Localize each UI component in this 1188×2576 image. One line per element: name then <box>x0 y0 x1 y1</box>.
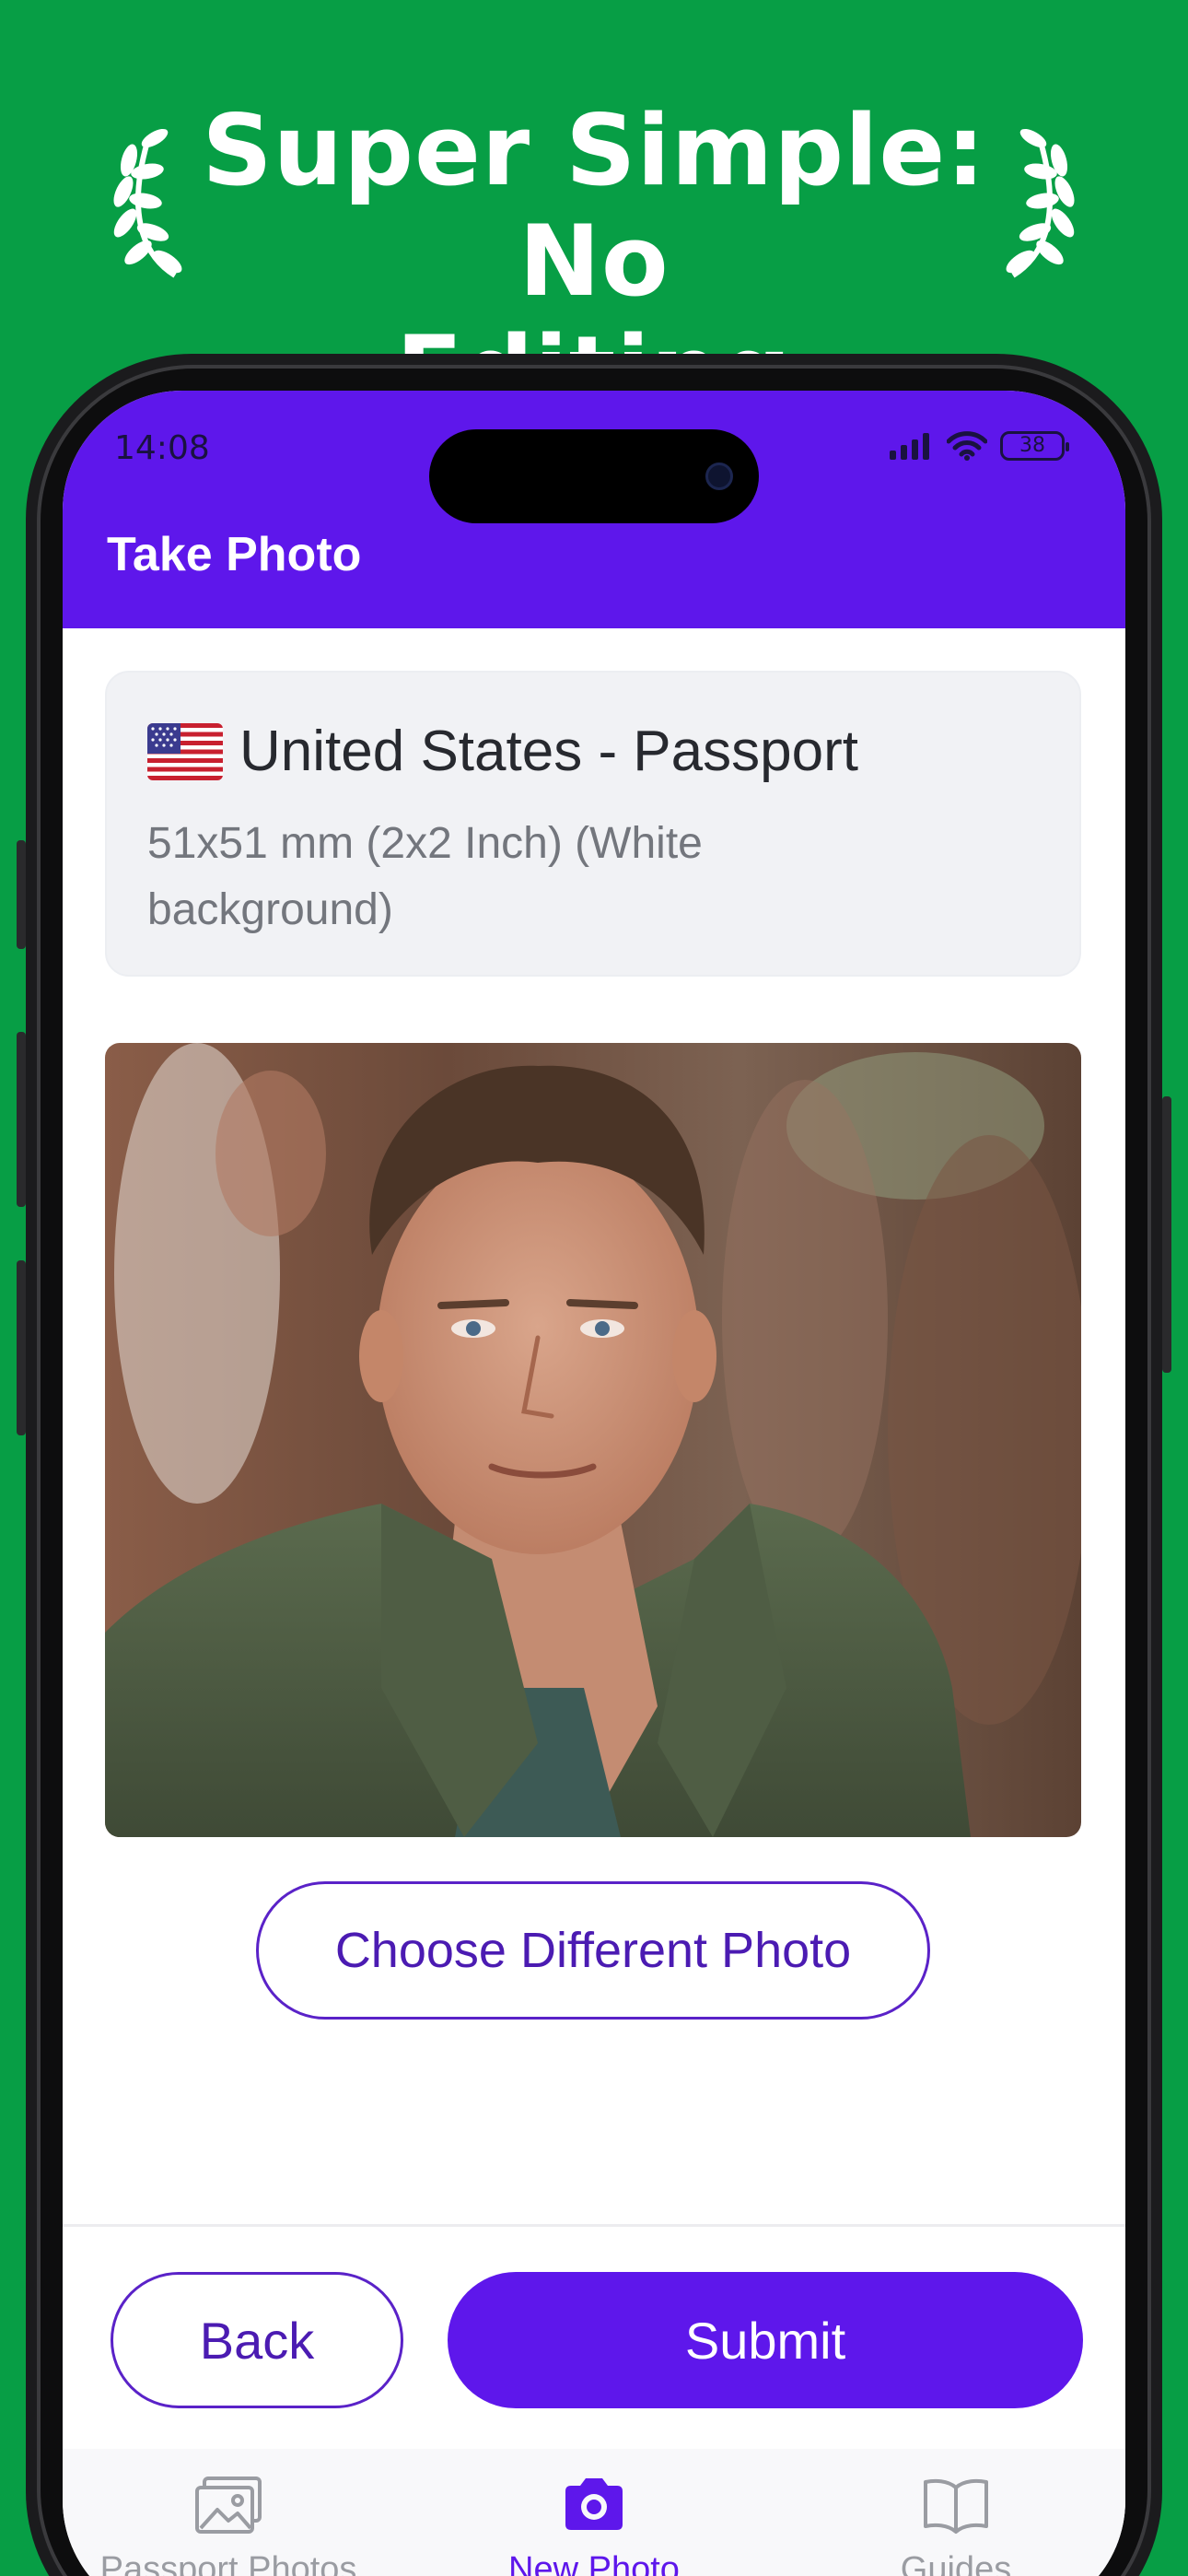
footer-divider <box>63 2224 1125 2227</box>
document-size: 51x51 mm (2x2 Inch) (White background) <box>147 819 703 934</box>
choose-different-photo-button[interactable]: Choose Different Photo <box>256 1881 930 2020</box>
tab-guides[interactable]: Guides <box>873 2475 1039 2576</box>
phone-side-button-volume-down <box>17 1260 26 1435</box>
laurel-right-icon <box>1006 128 1075 278</box>
battery-icon: 38 <box>1000 431 1069 461</box>
us-flag-icon <box>147 722 223 780</box>
document-title: United States - Passport <box>239 720 858 783</box>
submit-button[interactable]: Submit <box>448 2272 1083 2408</box>
page-title: Take Photo <box>107 528 362 581</box>
dynamic-island <box>429 429 759 523</box>
signal-icon <box>890 433 929 460</box>
back-button[interactable]: Back <box>111 2272 403 2408</box>
app-header: 14:08 38 Take Photo <box>63 391 1125 628</box>
tab-passport-photos[interactable]: Passport Photos <box>100 2475 356 2576</box>
promo-headline-line1: Super Simple: No <box>202 94 986 318</box>
laurel-left-icon <box>113 128 182 278</box>
promo-banner: Super Simple: No Editing Needed <box>0 88 1188 538</box>
phone-side-button-volume-up <box>17 1032 26 1207</box>
book-icon <box>924 2478 988 2534</box>
front-camera-icon <box>705 463 733 490</box>
camera-icon <box>565 2478 623 2530</box>
tab-label-passport-photos: Passport Photos <box>99 2550 357 2576</box>
phone-side-button-mute <box>17 840 26 949</box>
phone-side-button-power <box>1162 1096 1171 1373</box>
tab-label-guides: Guides <box>900 2550 1012 2576</box>
tab-new-photo[interactable]: New Photo <box>497 2475 691 2576</box>
selected-photo <box>105 1043 1081 1837</box>
status-time: 14:08 <box>114 429 210 467</box>
tab-label-new-photo: New Photo <box>508 2550 680 2576</box>
status-icons: 38 <box>890 427 1069 464</box>
phone-screen: 14:08 38 Take Photo United States - Pass… <box>63 391 1125 2576</box>
wifi-icon <box>947 431 987 461</box>
document-title-row: United States - Passport <box>147 719 858 784</box>
document-info-card[interactable]: United States - Passport 51x51 mm (2x2 I… <box>105 671 1081 977</box>
image-icon <box>195 2476 262 2534</box>
bottom-tab-bar: Passport Photos New Photo Guides <box>63 2449 1125 2576</box>
